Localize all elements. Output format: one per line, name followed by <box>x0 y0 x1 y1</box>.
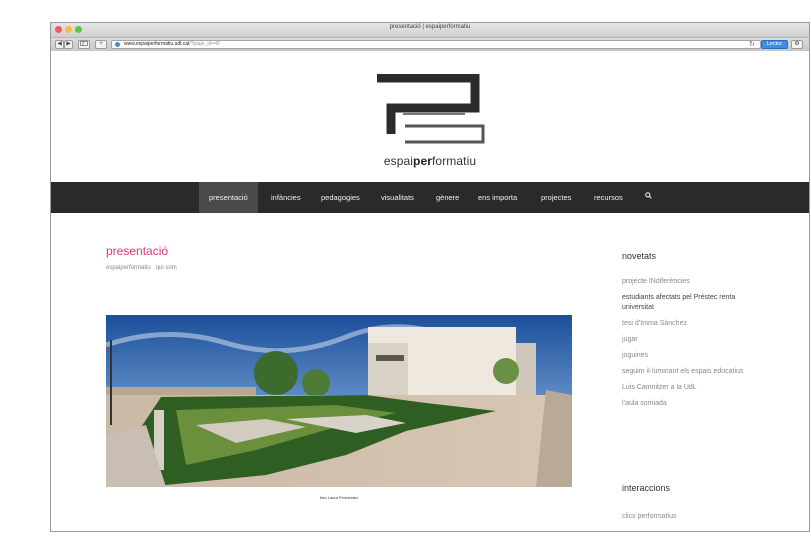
news-item[interactable]: Luis Camnitzer a la UdL <box>622 383 762 393</box>
title-bar: presentació | espaiperformatiu <box>51 23 809 38</box>
page-title: presentació <box>106 244 169 258</box>
sidebar-toggle-button[interactable] <box>78 40 90 49</box>
logo-bold: per <box>413 154 432 168</box>
nav-item-presentacio[interactable]: presentació <box>199 182 258 213</box>
reader-button[interactable]: Lector <box>761 40 788 49</box>
nav-item-infancies[interactable]: infàncies <box>271 182 301 213</box>
globe-icon <box>115 42 120 47</box>
breadcrumb-item[interactable]: qui som <box>156 265 177 271</box>
gear-icon[interactable]: ⚙ <box>791 40 803 49</box>
nav-item-visualitats[interactable]: visualitats <box>381 182 414 213</box>
photo-caption: foto Laura Fernández <box>319 495 359 500</box>
news-item[interactable]: estudiants afectats pel Préstec renta un… <box>622 293 762 312</box>
address-bar[interactable]: www.espaiperformatiu.udl.cat/?page_id=48 <box>111 40 761 49</box>
site-logo-text[interactable]: espaiperformatiu <box>51 154 809 168</box>
reload-icon[interactable]: ↻ <box>749 40 755 49</box>
interactions-heading: interaccions <box>622 483 671 493</box>
web-page: espaiperformatiu presentació infàncies p… <box>51 51 809 531</box>
site-header: espaiperformatiu <box>51 51 809 182</box>
forward-button[interactable]: ▶ <box>64 40 73 49</box>
search-icon[interactable] <box>645 192 652 199</box>
logo-prefix: espai <box>383 154 414 168</box>
nav-item-pedagogies[interactable]: pedagogies <box>321 182 360 213</box>
main-nav: presentació infàncies pedagogies visuali… <box>51 182 809 213</box>
nav-item-recursos[interactable]: recursos <box>594 182 623 213</box>
interactions-item[interactable]: clics performatius <box>622 513 676 520</box>
logo-mark-icon[interactable] <box>375 74 487 146</box>
news-list: projecte INdiferències estudiants afecta… <box>622 277 762 415</box>
browser-window: presentació | espaiperformatiu ◀ ▶ + www… <box>50 22 810 532</box>
nav-item-projectes[interactable]: projectes <box>541 182 571 213</box>
news-heading: novetats <box>622 251 657 261</box>
logo-suffix: formatiu <box>432 154 477 168</box>
panorama-photo <box>106 315 572 487</box>
news-item[interactable]: seguim il·luminant els espais educatius <box>622 367 762 377</box>
breadcrumb: espaiperformatiu qui som <box>106 265 177 271</box>
url-host: www.espaiperformatiu.udl.cat <box>124 41 190 47</box>
nav-item-genere[interactable]: gènere <box>436 182 459 213</box>
url-path: /?page_id=48 <box>189 41 220 47</box>
browser-toolbar: ◀ ▶ + www.espaiperformatiu.udl.cat/?page… <box>51 38 809 52</box>
news-item[interactable]: tesi d’Imma Sànchez <box>622 319 762 329</box>
add-tab-button[interactable]: + <box>95 40 107 49</box>
back-button[interactable]: ◀ <box>55 40 64 49</box>
news-item[interactable]: projecte INdiferències <box>622 277 762 287</box>
news-item[interactable]: jugar <box>622 335 762 345</box>
window-title: presentació | espaiperformatiu <box>389 24 471 30</box>
breadcrumb-item[interactable]: espaiperformatiu <box>106 265 151 271</box>
bookmarks-icon <box>80 41 88 46</box>
news-item[interactable]: l’aula somiada <box>622 399 762 409</box>
nav-item-ens-importa[interactable]: ens importa <box>478 182 517 213</box>
news-item[interactable]: joguines <box>622 351 762 361</box>
